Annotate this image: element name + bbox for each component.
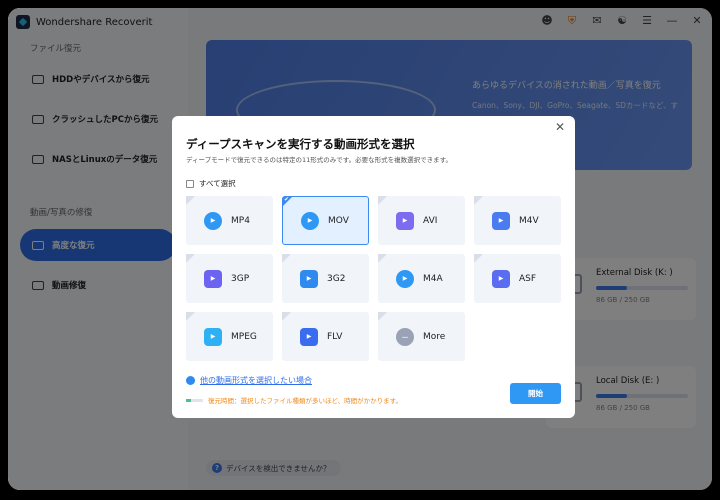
format-label: 3G2 [327, 273, 346, 284]
format-option-avi[interactable]: ▶ AVI [378, 196, 465, 245]
format-option-m4v[interactable]: ▶ M4V [474, 196, 561, 245]
check-icon: ✔ [284, 196, 290, 203]
time-note: 復元時間：選択したファイル種類が多いほど、時間がかかります。 [186, 395, 402, 405]
format-option-m4a[interactable]: ▶ M4A [378, 254, 465, 303]
format-m4v-icon: ▶ [492, 211, 510, 230]
format-label: M4V [519, 215, 539, 226]
select-all-checkbox[interactable]: すべて選択 [186, 178, 236, 189]
format-flv-icon: ▶ [300, 327, 318, 346]
time-indicator-icon [186, 398, 203, 402]
list-icon [186, 376, 195, 385]
format-more-icon: … [396, 327, 414, 346]
format-option-mpeg[interactable]: ▶ MPEG [186, 312, 273, 361]
format-label: MOV [328, 215, 349, 226]
format-mpeg-icon: ▶ [204, 327, 222, 346]
format-label: AVI [423, 215, 438, 226]
format-asf-icon: ▶ [492, 269, 510, 288]
format-mov-icon: ▶ [301, 211, 319, 230]
format-label: FLV [327, 331, 343, 342]
format-option-3g2[interactable]: ▶ 3G2 [282, 254, 369, 303]
format-label: 3GP [231, 273, 250, 284]
dialog-title: ディープスキャンを実行する動画形式を選択 [186, 137, 415, 151]
format-3g2-icon: ▶ [300, 269, 318, 288]
format-label: M4A [423, 273, 443, 284]
format-option-flv[interactable]: ▶ FLV [282, 312, 369, 361]
start-button[interactable]: 開始 [510, 383, 561, 404]
format-m4a-icon: ▶ [396, 269, 414, 288]
format-option-asf[interactable]: ▶ ASF [474, 254, 561, 303]
format-3gp-icon: ▶ [204, 269, 222, 288]
checkbox-icon[interactable] [186, 179, 194, 188]
format-label: MP4 [231, 215, 250, 226]
format-option-3gp[interactable]: ▶ 3GP [186, 254, 273, 303]
format-mp4-icon: ▶ [204, 211, 222, 230]
format-grid: ▶ MP4 ✔ ▶ MOV ▶ AVI ▶ M4V ▶ 3GP ▶ 3G2 ▶ M4A ▶ ASF ▶ MPEG ▶ F… [186, 196, 561, 361]
format-option-mov[interactable]: ✔ ▶ MOV [282, 196, 369, 245]
format-option-mp4[interactable]: ▶ MP4 [186, 196, 273, 245]
format-option-more[interactable]: … More [378, 312, 465, 361]
video-format-dialog: ✕ ディープスキャンを実行する動画形式を選択 ディープモードで復元できるのは特定… [172, 116, 575, 418]
time-note-text: 復元時間：選択したファイル種類が多いほど、時間がかかります。 [208, 397, 403, 405]
format-avi-icon: ▶ [396, 211, 414, 230]
format-label: More [423, 331, 446, 342]
other-formats-link[interactable]: 他の動画形式を選択したい場合 [186, 375, 312, 386]
format-label: MPEG [231, 331, 257, 342]
dialog-subtitle: ディープモードで復元できるのは特定の11形式のみです。必要な形式を複数選択できま… [186, 156, 452, 164]
select-all-label: すべて選択 [199, 179, 236, 188]
dialog-close-icon[interactable]: ✕ [553, 120, 567, 134]
other-formats-label: 他の動画形式を選択したい場合 [200, 376, 312, 385]
format-label: ASF [519, 273, 537, 284]
